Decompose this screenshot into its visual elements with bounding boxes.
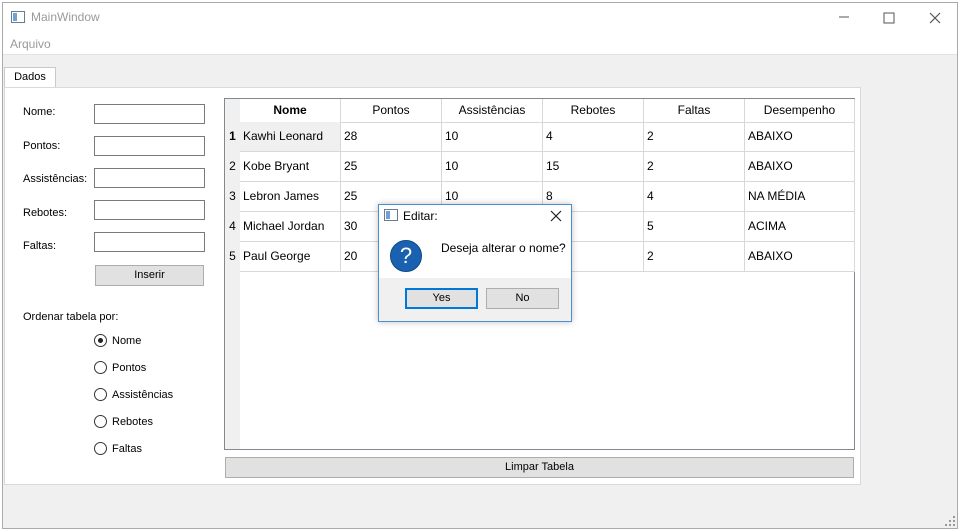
table-cell[interactable]: 25 [341,152,442,182]
table-cell[interactable]: ABAIXO [745,122,855,152]
radio-selected-icon [94,334,107,347]
column-header-faltas[interactable]: Faltas [644,99,745,123]
insert-button[interactable]: Inserir [95,265,204,286]
faltas-input[interactable] [94,232,205,252]
column-header-nome[interactable]: Nome [240,99,341,123]
window-title: MainWindow [31,10,100,24]
table-cell[interactable]: Kawhi Leonard [240,122,341,152]
table-cell[interactable]: Michael Jordan [240,212,341,242]
nome-input[interactable] [94,104,205,124]
table-cell[interactable]: Kobe Bryant [240,152,341,182]
table-cell[interactable]: 15 [543,152,644,182]
minimize-icon [839,16,849,18]
minimize-button[interactable] [829,8,859,28]
table-cell[interactable]: 4 [644,182,745,212]
resize-grip-icon[interactable] [944,515,956,527]
row-header[interactable]: 4 [225,212,240,242]
row-header[interactable]: 1 [225,122,240,152]
row-header[interactable]: 3 [225,182,240,212]
assistencias-input[interactable] [94,168,205,188]
radio-icon [94,442,107,455]
title-bar [3,3,957,33]
dialog-title: Editar: [403,209,438,223]
assistencias-label: Assistências: [23,173,88,185]
table-cell[interactable]: 2 [644,122,745,152]
sort-option-label: Pontos [112,362,147,374]
table-cell[interactable]: ABAIXO [745,152,855,182]
radio-icon [94,388,107,401]
sort-option-label: Assistências [112,389,174,401]
table-cell[interactable]: 28 [341,122,442,152]
nome-label: Nome: [23,106,56,118]
radio-icon [94,415,107,428]
maximize-icon [883,12,895,24]
maximize-button[interactable] [874,8,904,28]
table-cell[interactable]: 4 [543,122,644,152]
rebotes-label: Rebotes: [23,207,68,219]
table-cell[interactable]: 10 [442,152,543,182]
dialog-message: Deseja alterar o nome? [441,241,566,255]
table-cell[interactable]: 2 [644,152,745,182]
sort-option-label: Rebotes [112,416,153,428]
table-row: Kawhi Leonard 28 10 4 2 ABAIXO [240,122,855,152]
dialog-app-icon [384,209,398,221]
no-button[interactable]: No [486,288,559,309]
table-cell[interactable]: Lebron James [240,182,341,212]
table-cell[interactable]: ABAIXO [745,242,855,272]
column-header-desempenho[interactable]: Desempenho [745,99,855,123]
table-header: Nome Pontos Assistências Rebotes Faltas … [240,99,855,123]
close-button[interactable] [920,8,950,28]
rebotes-input[interactable] [94,200,205,220]
menu-bar [3,33,957,55]
tab-dados[interactable]: Dados [4,67,56,88]
radio-icon [94,361,107,374]
table-cell[interactable]: NA MÉDIA [745,182,855,212]
menu-arquivo[interactable]: Arquivo [10,37,51,51]
column-header-rebotes[interactable]: Rebotes [543,99,644,123]
row-header[interactable]: 5 [225,242,240,272]
pontos-label: Pontos: [23,140,61,152]
close-icon [550,210,562,222]
column-header-pontos[interactable]: Pontos [341,99,442,123]
close-icon [929,12,941,24]
table-cell[interactable]: 5 [644,212,745,242]
yes-button[interactable]: Yes [405,288,478,309]
sort-option-label: Nome [112,335,142,347]
faltas-label: Faltas: [23,240,57,252]
clear-table-button[interactable]: Limpar Tabela [225,457,854,478]
row-header[interactable]: 2 [225,152,240,182]
sort-label: Ordenar tabela por: [23,311,119,323]
column-header-assistencias[interactable]: Assistências [442,99,543,123]
table-cell[interactable]: Paul George [240,242,341,272]
table-row: Kobe Bryant 25 10 15 2 ABAIXO [240,152,855,182]
table-cell[interactable]: 2 [644,242,745,272]
table-cell[interactable]: 10 [442,122,543,152]
table-cell[interactable]: ACIMA [745,212,855,242]
pontos-input[interactable] [94,136,205,156]
question-icon: ? [390,240,422,272]
sort-option-label: Faltas [112,443,142,455]
dialog-close-button[interactable] [547,207,565,225]
app-icon [11,11,25,23]
